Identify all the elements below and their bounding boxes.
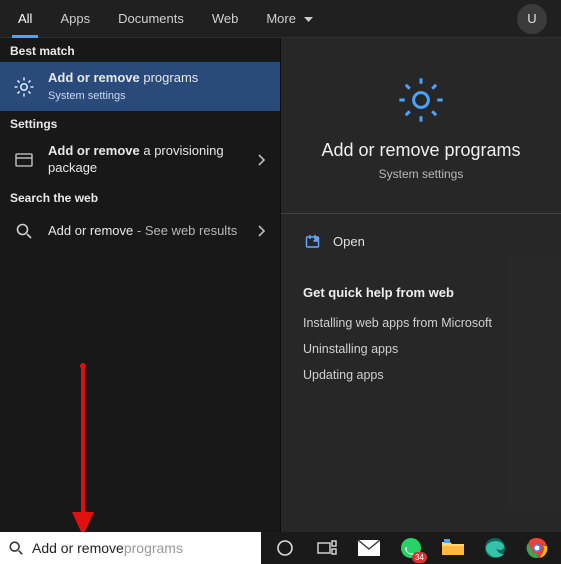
- preview-sub: System settings: [303, 167, 539, 181]
- preview-title: Add or remove programs: [303, 140, 539, 161]
- tab-more[interactable]: More: [252, 0, 326, 38]
- result-web-search[interactable]: Add or remove - See web results: [0, 209, 280, 253]
- group-settings: Settings: [0, 111, 280, 135]
- package-icon: [10, 146, 38, 174]
- search-icon: [8, 540, 24, 556]
- tab-documents[interactable]: Documents: [104, 0, 198, 38]
- open-icon: [303, 234, 321, 249]
- tab-apps[interactable]: Apps: [46, 0, 104, 38]
- chevron-down-icon: [304, 17, 313, 23]
- cortana-icon[interactable]: [271, 534, 299, 562]
- tab-all[interactable]: All: [4, 0, 46, 38]
- preview-pane: Add or remove programs System settings O…: [281, 38, 561, 532]
- group-best-match: Best match: [0, 38, 280, 62]
- quick-link[interactable]: Uninstalling apps: [303, 336, 539, 362]
- result-settings-provisioning[interactable]: Add or remove a provisioning package: [0, 135, 280, 185]
- whatsapp-icon[interactable]: 34: [397, 534, 425, 562]
- search-icon: [10, 217, 38, 245]
- tabs-bar: All Apps Documents Web More U: [0, 0, 561, 38]
- action-label: Open: [333, 234, 365, 249]
- result-title: Add or remove - See web results: [48, 223, 248, 240]
- task-view-icon[interactable]: [313, 534, 341, 562]
- quick-help-header: Get quick help from web: [303, 263, 539, 310]
- gear-icon: [10, 73, 38, 101]
- quick-link[interactable]: Updating apps: [303, 362, 539, 388]
- tab-web[interactable]: Web: [198, 0, 253, 38]
- result-title: Add or remove programs: [48, 70, 270, 87]
- result-sub: System settings: [48, 89, 270, 103]
- search-panel: All Apps Documents Web More U Best match: [0, 0, 561, 532]
- taskbar-search[interactable]: Add or remove programs: [0, 532, 261, 564]
- search-input[interactable]: Add or remove programs: [32, 540, 253, 556]
- gear-icon: [303, 74, 539, 126]
- file-explorer-icon[interactable]: [439, 534, 467, 562]
- taskbar: Add or remove programs 34: [0, 532, 561, 564]
- notification-badge: 34: [412, 552, 427, 563]
- chevron-right-icon: [258, 154, 270, 166]
- mail-icon[interactable]: [355, 534, 383, 562]
- user-avatar[interactable]: U: [517, 4, 547, 34]
- result-best-match[interactable]: Add or remove programs System settings: [0, 62, 280, 111]
- chrome-icon[interactable]: [523, 534, 551, 562]
- action-open[interactable]: Open: [303, 228, 539, 255]
- edge-icon[interactable]: [481, 534, 509, 562]
- results-list: Best match Add or remove programs System…: [0, 38, 281, 532]
- group-web: Search the web: [0, 185, 280, 209]
- quick-link[interactable]: Installing web apps from Microsoft: [303, 310, 539, 336]
- chevron-right-icon: [258, 225, 270, 237]
- result-title: Add or remove a provisioning package: [48, 143, 248, 177]
